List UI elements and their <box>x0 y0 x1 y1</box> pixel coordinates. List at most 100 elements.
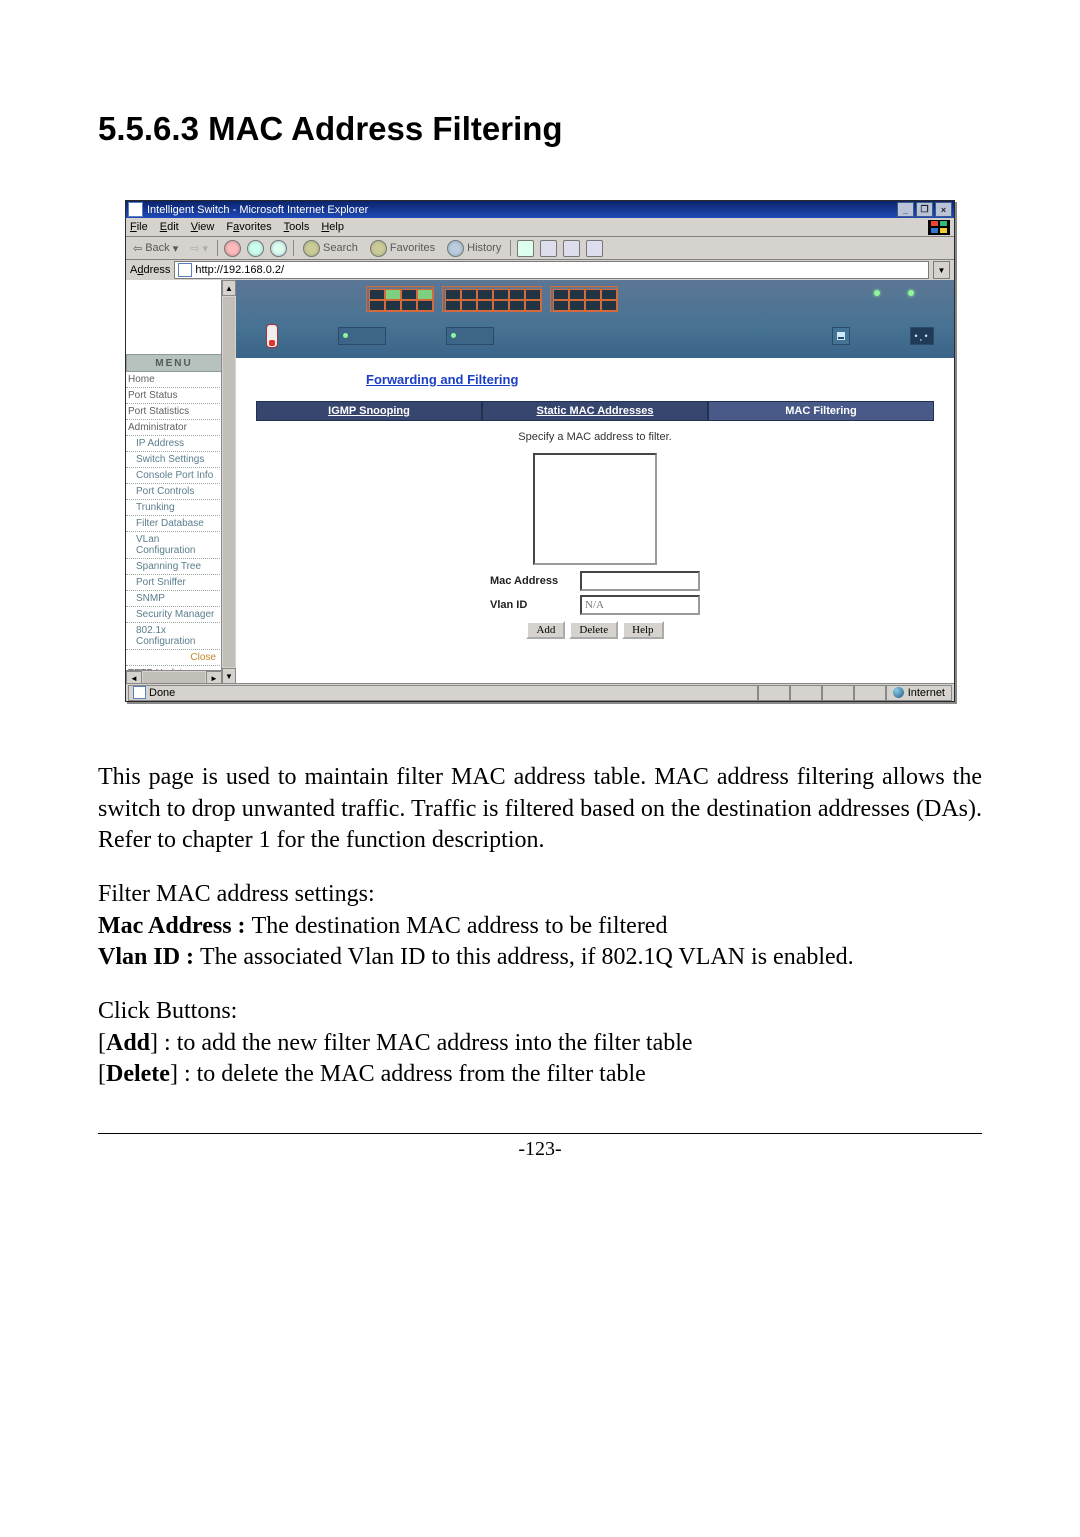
filter-settings-intro: Filter MAC address settings: <box>98 879 982 911</box>
add-button[interactable]: Add <box>526 621 565 639</box>
page-icon <box>178 263 192 277</box>
address-field[interactable]: http://192.168.0.2/ <box>174 261 929 279</box>
window-minimize-button[interactable]: _ <box>897 202 914 217</box>
click-buttons-intro: Click Buttons: <box>98 996 982 1028</box>
scroll-up-icon[interactable]: ▲ <box>222 280 236 296</box>
disk-icon <box>832 327 850 345</box>
browser-toolbar: ⇦ Back ▾ ⇨ ▾ Search Favorites History <box>126 237 954 260</box>
led-icon <box>908 290 914 296</box>
address-label: Address <box>130 264 170 276</box>
sidebar-scrollbar-vertical[interactable]: ▲ ▼ <box>221 280 236 684</box>
mail-icon[interactable] <box>517 240 534 257</box>
sidebar-item-security-manager[interactable]: Security Manager <box>126 607 222 623</box>
sidebar-item-8021x-configuration[interactable]: 802.1x Configuration <box>126 623 222 650</box>
history-button[interactable]: History <box>444 239 504 258</box>
sidebar-item-close[interactable]: Close <box>126 650 222 666</box>
status-zone: Internet <box>886 685 952 701</box>
vlan-id-label: Vlan ID <box>490 599 570 611</box>
sidebar-item-console-port-info[interactable]: Console Port Info <box>126 468 222 484</box>
forward-button[interactable]: ⇨ ▾ <box>187 241 211 256</box>
module-slot <box>446 327 494 345</box>
main-pane: •¸• Forwarding and Filtering IGMP Snoopi… <box>236 280 954 684</box>
sidebar-item-vlan-configuration[interactable]: VLan Configuration <box>126 532 222 559</box>
window-restore-button[interactable]: ❐ <box>916 202 933 217</box>
ie-icon <box>128 202 143 217</box>
toolbar-separator <box>217 240 218 256</box>
sidebar-item-spanning-tree[interactable]: Spanning Tree <box>126 559 222 575</box>
status-separator <box>758 685 790 701</box>
menu-bar: File Edit View Favorites Tools Help <box>126 218 954 237</box>
device-banner: •¸• <box>236 280 954 358</box>
menu-favorites[interactable]: Favorites <box>226 221 271 233</box>
window-close-button[interactable]: × <box>935 202 952 217</box>
tab-static-mac-addresses[interactable]: Static MAC Addresses <box>482 401 708 421</box>
sidebar-item-filter-database[interactable]: Filter Database <box>126 516 222 532</box>
stop-icon[interactable] <box>224 240 241 257</box>
sidebar-item-home[interactable]: Home <box>126 372 222 388</box>
body-paragraph-1: This page is used to maintain filter MAC… <box>98 762 982 857</box>
thermometer-icon <box>266 324 278 348</box>
menu-file[interactable]: File <box>130 221 148 233</box>
menu-view[interactable]: View <box>191 221 215 233</box>
mac-address-line: Mac Address : The destination MAC addres… <box>98 911 982 943</box>
back-button[interactable]: ⇦ Back ▾ <box>130 241 181 256</box>
toolbar-separator <box>510 240 511 256</box>
favorites-icon <box>370 240 387 257</box>
add-button-line: [Add] : to add the new filter MAC addres… <box>98 1028 982 1060</box>
status-leds <box>874 290 914 296</box>
status-separator <box>790 685 822 701</box>
status-separator <box>822 685 854 701</box>
window-title: Intelligent Switch - Microsoft Internet … <box>147 204 895 216</box>
sidebar-item-trunking[interactable]: Trunking <box>126 500 222 516</box>
internet-zone-icon <box>893 687 904 698</box>
search-icon <box>303 240 320 257</box>
print-icon[interactable] <box>540 240 557 257</box>
discuss-icon[interactable] <box>586 240 603 257</box>
filter-listbox[interactable] <box>533 453 657 565</box>
menu-edit[interactable]: Edit <box>160 221 179 233</box>
sidebar-item-switch-settings[interactable]: Switch Settings <box>126 452 222 468</box>
page-icon <box>133 686 146 699</box>
refresh-icon[interactable] <box>247 240 264 257</box>
vlan-id-input[interactable] <box>580 595 700 615</box>
address-url: http://192.168.0.2/ <box>195 264 284 276</box>
speaker-icon: •¸• <box>910 327 934 345</box>
delete-button[interactable]: Delete <box>569 621 618 639</box>
help-button[interactable]: Help <box>622 621 663 639</box>
favorites-button[interactable]: Favorites <box>367 239 438 258</box>
page-number: -123- <box>518 1138 561 1160</box>
edit-icon[interactable] <box>563 240 580 257</box>
sidebar-item-port-sniffer[interactable]: Port Sniffer <box>126 575 222 591</box>
scroll-down-icon[interactable]: ▼ <box>222 668 236 684</box>
history-icon <box>447 240 464 257</box>
scroll-thumb[interactable] <box>223 297 235 667</box>
window-titlebar: Intelligent Switch - Microsoft Internet … <box>126 201 954 218</box>
home-icon[interactable] <box>270 240 287 257</box>
sidebar-item-port-controls[interactable]: Port Controls <box>126 484 222 500</box>
menu-title: MENU <box>126 354 222 372</box>
sidebar-scrollbar-horizontal[interactable]: ◄ ► <box>126 670 222 684</box>
mac-address-input[interactable] <box>580 571 700 591</box>
search-button[interactable]: Search <box>300 239 361 258</box>
address-bar: Address http://192.168.0.2/ ▼ <box>126 260 954 281</box>
address-dropdown-button[interactable]: ▼ <box>933 261 950 279</box>
sidebar-item-snmp[interactable]: SNMP <box>126 591 222 607</box>
menu-help[interactable]: Help <box>321 221 344 233</box>
tab-igmp-snooping[interactable]: IGMP Snooping <box>256 401 482 421</box>
vlan-id-line: Vlan ID : The associated Vlan ID to this… <box>98 942 982 974</box>
menu-tools[interactable]: Tools <box>284 221 310 233</box>
status-done: Done <box>128 685 758 701</box>
form-hint: Specify a MAC address to filter. <box>256 431 934 443</box>
section-heading: 5.5.6.3 MAC Address Filtering <box>98 110 982 148</box>
sidebar-item-port-statistics[interactable]: Port Statistics <box>126 404 222 420</box>
sidebar-item-administrator[interactable]: Administrator <box>126 420 222 436</box>
mac-address-label: Mac Address <box>490 575 570 587</box>
status-separator <box>854 685 886 701</box>
led-icon <box>874 290 880 296</box>
module-slot <box>338 327 386 345</box>
toolbar-separator <box>293 240 294 256</box>
sidebar-item-port-status[interactable]: Port Status <box>126 388 222 404</box>
tab-mac-filtering[interactable]: MAC Filtering <box>708 401 934 421</box>
sidebar-item-ip-address[interactable]: IP Address <box>126 436 222 452</box>
switch-ports-graphic <box>366 286 618 312</box>
